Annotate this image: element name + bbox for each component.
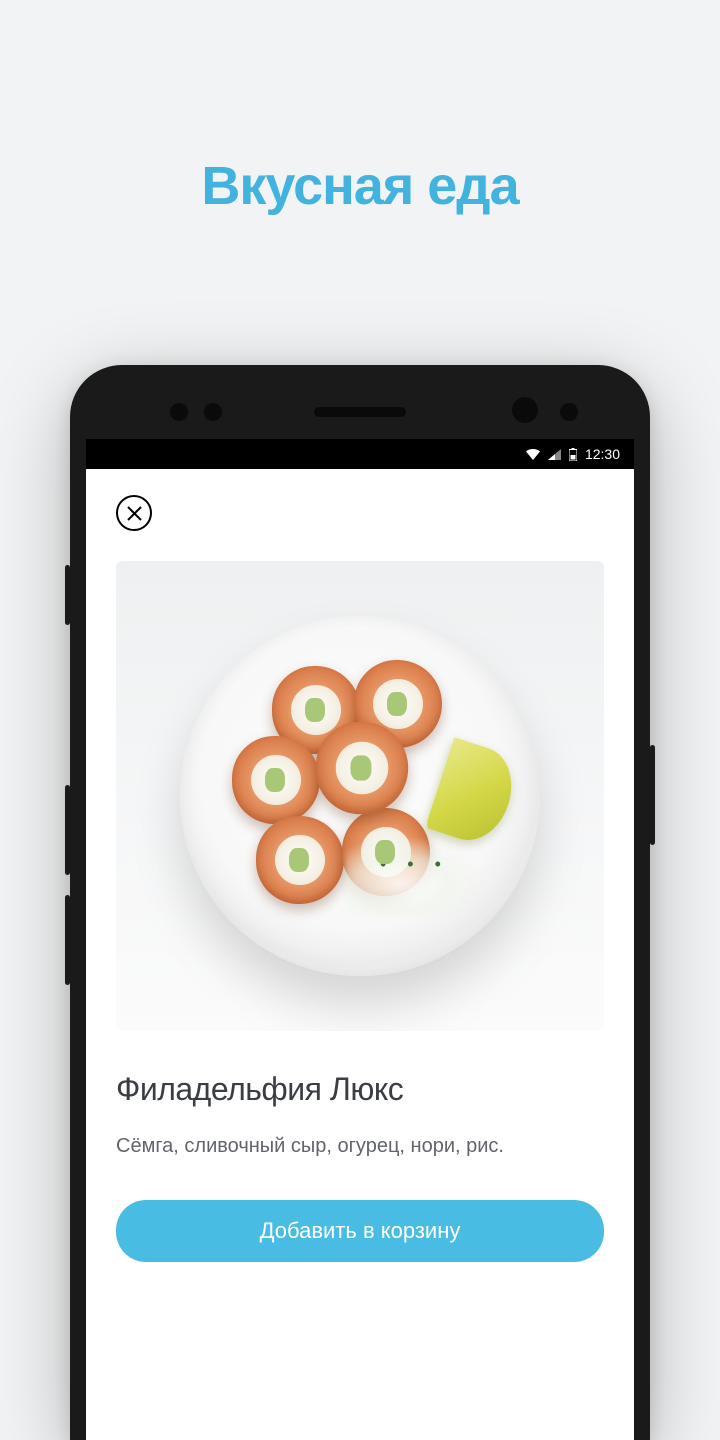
cellular-icon — [548, 449, 561, 460]
phone-side-button — [65, 565, 70, 625]
phone-side-button — [650, 745, 655, 845]
product-title: Филадельфия Люкс — [116, 1071, 604, 1108]
product-image — [116, 561, 604, 1031]
phone-bezel-top — [70, 365, 650, 439]
battery-icon — [569, 448, 577, 461]
phone-side-button — [65, 895, 70, 985]
page-title: Вкусная еда — [0, 0, 720, 217]
wifi-icon — [526, 449, 540, 460]
phone-side-button — [65, 785, 70, 875]
status-bar: 12:30 — [86, 439, 634, 469]
close-icon — [127, 506, 142, 521]
product-description: Сёмга, сливочный сыр, огурец, нори, рис. — [116, 1132, 604, 1160]
status-time: 12:30 — [585, 446, 620, 462]
phone-screen: 12:30 Филадельфия Люкс — [86, 439, 634, 1440]
app-content: Филадельфия Люкс Сёмга, сливочный сыр, о… — [86, 469, 634, 1440]
close-button[interactable] — [116, 495, 152, 531]
phone-mockup: 12:30 Филадельфия Люкс — [70, 365, 650, 1440]
add-to-cart-button[interactable]: Добавить в корзину — [116, 1200, 604, 1262]
